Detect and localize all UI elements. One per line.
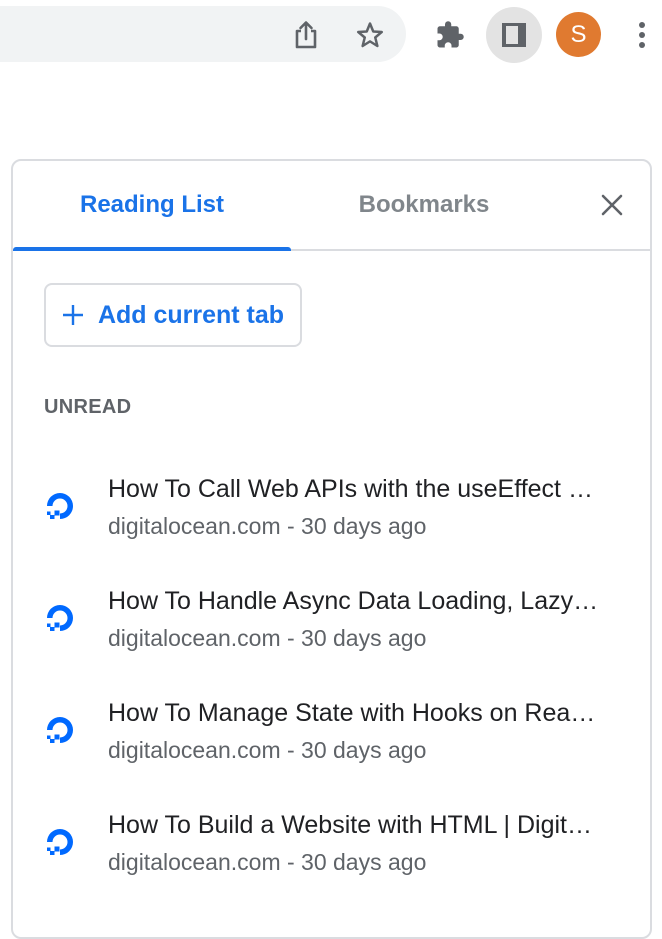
panel-tabs: Reading List Bookmarks	[13, 161, 650, 251]
add-current-tab-button[interactable]: Add current tab	[44, 283, 302, 347]
star-icon	[357, 22, 383, 48]
digitalocean-logo-icon	[47, 493, 73, 519]
browser-toolbar: S	[0, 0, 662, 70]
active-tab-indicator	[13, 247, 291, 251]
digitalocean-logo-icon	[47, 829, 73, 855]
tab-reading-list[interactable]: Reading List	[13, 161, 291, 249]
side-panel-icon	[502, 23, 526, 47]
more-vert-icon	[639, 22, 645, 48]
bookmark-star-button[interactable]	[352, 17, 388, 53]
plus-icon	[62, 305, 83, 325]
list-item[interactable]: How To Manage State with Hooks on Rea… d…	[13, 681, 650, 793]
reading-list-panel: Reading List Bookmarks Add current tab U…	[11, 159, 652, 939]
item-title: How To Handle Async Data Loading, Lazy…	[108, 587, 599, 615]
tab-bookmarks[interactable]: Bookmarks	[291, 161, 557, 249]
more-menu-button[interactable]	[630, 17, 654, 53]
digitalocean-logo-icon	[47, 605, 73, 631]
list-item[interactable]: How To Handle Async Data Loading, Lazy… …	[13, 569, 650, 681]
section-heading-unread: UNREAD	[44, 396, 132, 418]
item-title: How To Build a Website with HTML | Digit…	[108, 811, 592, 839]
avatar-initial: S	[570, 20, 587, 48]
share-icon	[295, 21, 317, 49]
share-button[interactable]	[288, 17, 324, 53]
tab-label: Reading List	[79, 191, 224, 218]
item-title: How To Call Web APIs with the useEffect …	[108, 475, 593, 503]
puzzle-icon	[437, 21, 464, 48]
list-item[interactable]: How To Call Web APIs with the useEffect …	[13, 457, 650, 569]
add-current-tab-label: Add current tab	[97, 300, 285, 329]
item-title: How To Manage State with Hooks on Rea…	[108, 699, 596, 727]
item-meta: digitalocean.com - 30 days ago	[108, 513, 427, 539]
item-meta: digitalocean.com - 30 days ago	[108, 625, 427, 651]
reading-list: How To Call Web APIs with the useEffect …	[13, 457, 650, 905]
profile-avatar[interactable]: S	[556, 12, 601, 57]
item-meta: digitalocean.com - 30 days ago	[108, 849, 427, 875]
address-bar[interactable]	[0, 6, 406, 62]
item-meta: digitalocean.com - 30 days ago	[108, 737, 427, 763]
tab-label: Bookmarks	[358, 191, 490, 218]
close-icon	[601, 194, 623, 216]
close-panel-button[interactable]	[594, 187, 630, 223]
list-item[interactable]: How To Build a Website with HTML | Digit…	[13, 793, 650, 905]
extensions-button[interactable]	[432, 17, 468, 53]
side-panel-button[interactable]	[486, 7, 542, 63]
digitalocean-logo-icon	[47, 717, 73, 743]
